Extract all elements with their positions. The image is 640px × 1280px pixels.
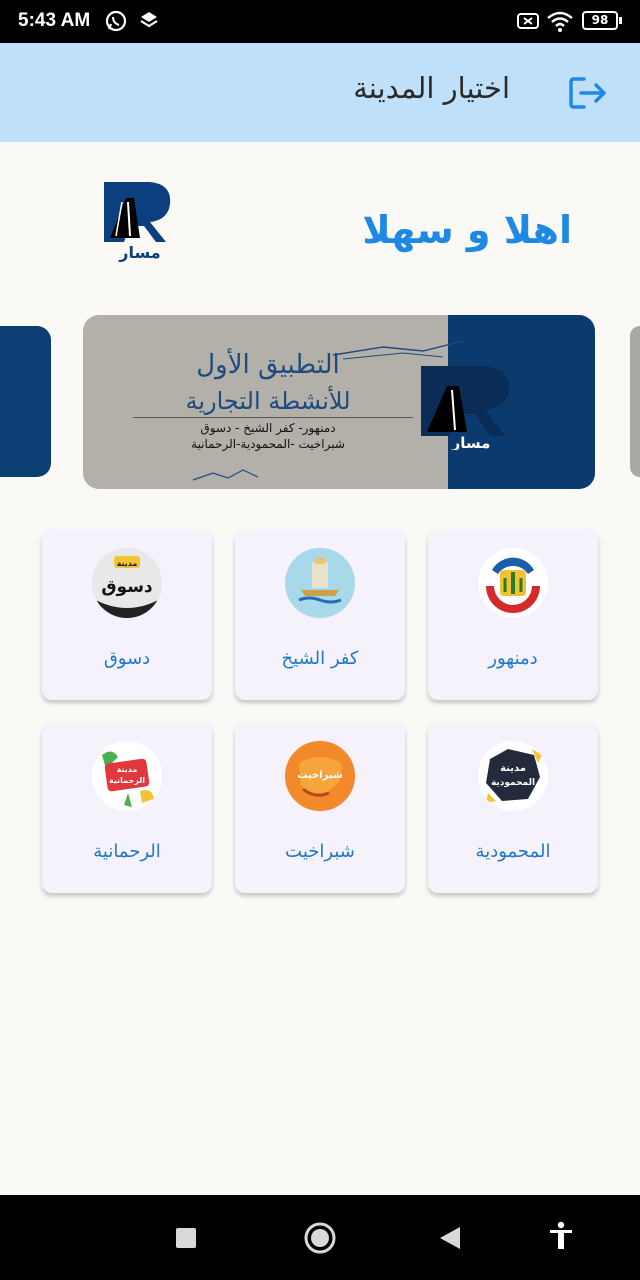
- city-card-shubrakhit[interactable]: شبراخيت شبراخيت: [235, 723, 405, 893]
- app-bar: اختيار المدينة: [0, 43, 640, 142]
- promo-banner[interactable]: التطبيق الأول للأنشطة التجارية دمنهور- ك…: [83, 315, 595, 489]
- rahmania-badge-1: مدينة: [117, 765, 138, 774]
- mahmoudia-badge-2: المحمودية: [491, 778, 535, 788]
- damanhour-emblem: [478, 548, 548, 618]
- app-logo: مسار: [104, 182, 171, 262]
- whatsapp-icon: [105, 10, 127, 32]
- banner-next[interactable]: [630, 326, 640, 477]
- battery-icon: 98: [582, 11, 622, 30]
- shubrakhit-emblem: شبراخيت: [285, 741, 355, 811]
- layers-icon: [140, 12, 158, 28]
- back-button[interactable]: [438, 1225, 462, 1251]
- desouk-badge-top: مدينة: [117, 559, 138, 568]
- desouk-badge-main: دسوق: [101, 577, 153, 597]
- accessibility-icon[interactable]: [548, 1221, 574, 1251]
- logo-text: مسار: [118, 243, 160, 262]
- desouk-emblem: مدينة دسوق: [92, 548, 162, 618]
- city-label: دمنهور: [488, 648, 538, 669]
- wifi-icon: [547, 11, 573, 32]
- welcome-heading: اهلا و سهلا: [362, 208, 572, 252]
- city-label: كفر الشيخ: [281, 648, 359, 669]
- sim-x-icon: [517, 13, 539, 29]
- city-card-mahmoudia[interactable]: مدينة المحمودية المحمودية: [428, 723, 598, 893]
- city-card-kafr-el-sheikh[interactable]: كفر الشيخ: [235, 530, 405, 700]
- system-nav-bar: [0, 1195, 640, 1280]
- banner-logo-text: مسار: [451, 434, 491, 450]
- city-card-rahmania[interactable]: مدينة الرحمانية الرحمانية: [42, 723, 212, 893]
- city-card-damanhour[interactable]: دمنهور: [428, 530, 598, 700]
- city-label: دسوق: [103, 648, 151, 669]
- city-label: المحمودية: [475, 841, 551, 862]
- banner-cities-2: شبراخيت -المحمودية-الرحمانية: [191, 437, 345, 451]
- mahmoudia-badge-1: مدينة: [500, 763, 526, 774]
- logout-icon[interactable]: [566, 73, 612, 113]
- banner-prev[interactable]: [0, 326, 51, 477]
- city-label: شبراخيت: [285, 841, 355, 862]
- shubrakhit-badge: شبراخيت: [297, 770, 343, 781]
- decoration-scribble: [192, 469, 259, 481]
- home-button[interactable]: [302, 1220, 338, 1256]
- city-card-desouk[interactable]: مدينة دسوق دسوق: [42, 530, 212, 700]
- status-bar: 5:43 AM 98: [0, 0, 640, 43]
- banner-logo: مسار: [421, 366, 510, 450]
- city-label: الرحمانية: [93, 841, 161, 862]
- banner-title-2: للأنشطة التجارية: [185, 387, 351, 415]
- status-time: 5:43 AM: [18, 10, 91, 31]
- banner-cities-1: دمنهور- كفر الشيخ - دسوق: [200, 421, 336, 435]
- kafr-el-sheikh-emblem: [285, 548, 355, 618]
- battery-level: 98: [591, 13, 609, 27]
- banner-title-1: التطبيق الأول: [196, 350, 340, 380]
- recents-button[interactable]: [176, 1228, 196, 1248]
- rahmania-emblem: مدينة الرحمانية: [92, 741, 162, 811]
- page-title: اختيار المدينة: [353, 71, 510, 105]
- rahmania-badge-2: الرحمانية: [109, 776, 145, 785]
- mahmoudia-emblem: مدينة المحمودية: [478, 741, 548, 811]
